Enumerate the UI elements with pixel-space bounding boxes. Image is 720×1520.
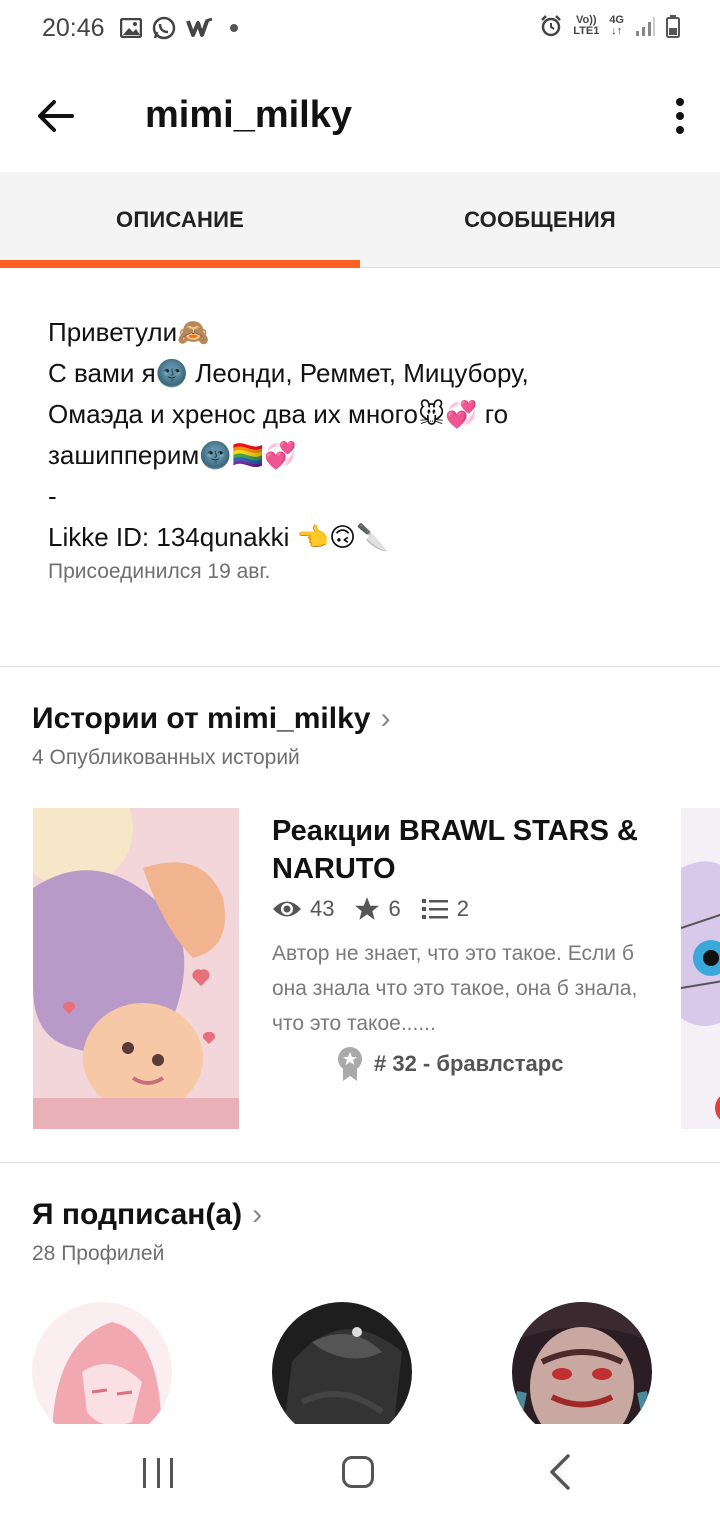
description-line: зашипперим🌚🏳️‍🌈💞 (48, 440, 297, 470)
status-bar: 20:46 Vo)) LTE1 4G ↓↑ (0, 0, 720, 60)
stories-count: 4 Опубликованных историй (32, 746, 300, 769)
story-title[interactable]: Реакции BRAWL STARS & NARUTO (272, 812, 652, 888)
profile-description: Приветули🙈 С вами я🌚 Леонди, Реммет, Миц… (48, 312, 688, 584)
app-bar: mimi_milky (0, 60, 720, 172)
story-stats: 43 6 2 (272, 896, 479, 922)
chevron-right-icon: › (380, 702, 391, 735)
status-left-icons (120, 16, 238, 40)
alarm-icon (541, 15, 562, 37)
description-line: Приветули🙈 (48, 317, 210, 347)
description-line: Likke ID: 134qunakki 👈🙃🔪 (48, 522, 389, 552)
joined-date: Присоединился 19 авг. (48, 560, 271, 583)
status-time: 20:46 (42, 14, 105, 42)
star-icon (355, 897, 380, 920)
following-avatar[interactable] (512, 1302, 652, 1442)
recent-apps-icon[interactable] (143, 1458, 173, 1488)
following-avatar[interactable] (272, 1302, 412, 1442)
parts-stat: 2 (421, 896, 469, 922)
story-rank-text: # 32 - бравлстарс (374, 1051, 564, 1076)
system-back-icon[interactable] (548, 1454, 572, 1490)
views-count: 43 (310, 896, 335, 921)
stories-section-title: Истории от mimi_milky (32, 702, 371, 735)
following-avatar[interactable] (32, 1302, 172, 1442)
description-line: Омаэда и хренос два их много🐭💞 го (48, 399, 509, 429)
signal-icon (636, 17, 655, 36)
volte-icon: Vo)) LTE1 (573, 14, 600, 37)
following-section-header[interactable]: Я подписан(а) › (32, 1198, 262, 1232)
story-rank-badge[interactable]: # 32 - бравлстарс (336, 1046, 563, 1082)
system-nav-bar (0, 1424, 720, 1520)
wattpad-icon (186, 17, 213, 37)
gallery-icon (120, 18, 142, 38)
votes-count: 6 (388, 896, 401, 921)
more-vertical-icon[interactable] (674, 98, 686, 134)
divider (0, 666, 720, 667)
tab-bar: ОПИСАНИЕ СООБЩЕНИЯ (0, 172, 720, 268)
battery-icon (666, 15, 680, 38)
following-section-title: Я подписан(а) (32, 1198, 243, 1231)
eye-icon (273, 901, 301, 917)
whatsapp-icon (152, 16, 176, 40)
chevron-right-icon: › (252, 1198, 263, 1231)
arrow-left-icon[interactable] (36, 96, 76, 136)
list-icon (421, 899, 448, 919)
description-line: - (48, 481, 57, 511)
4g-icon: 4G ↓↑ (609, 14, 624, 37)
ranking-medal-icon (338, 1047, 362, 1081)
status-right-icons: Vo)) LTE1 4G ↓↑ (539, 14, 680, 38)
home-icon[interactable] (342, 1456, 374, 1488)
following-count: 28 Профилей (32, 1242, 165, 1265)
parts-count: 2 (456, 896, 469, 921)
tab-description[interactable]: ОПИСАНИЕ (0, 172, 360, 268)
divider (0, 1162, 720, 1163)
next-story-cover-image[interactable] (681, 808, 720, 1129)
votes-stat: 6 (354, 896, 401, 922)
story-description: Автор не знает, что это такое. Если б он… (272, 942, 638, 1035)
notification-dot-icon (230, 24, 238, 32)
page-title: mimi_milky (145, 94, 352, 136)
tab-messages[interactable]: СООБЩЕНИЯ (360, 172, 720, 268)
description-line: С вами я🌚 Леонди, Реммет, Мицубору, (48, 358, 529, 388)
views-stat: 43 (272, 896, 334, 922)
stories-section-header[interactable]: Истории от mimi_milky › (32, 702, 390, 736)
story-cover-image[interactable] (33, 808, 239, 1129)
